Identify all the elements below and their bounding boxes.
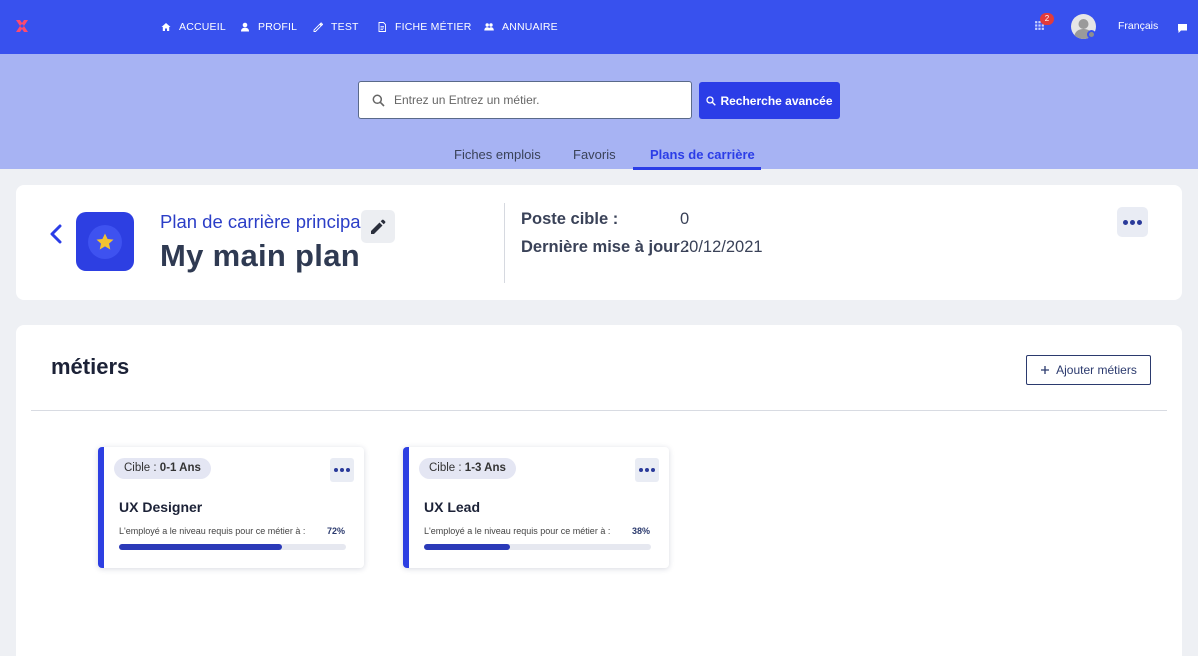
nav-item-profil[interactable]: PROFIL (240, 20, 297, 34)
tab-plans-de-carriere[interactable]: Plans de carrière (650, 147, 755, 162)
target-prefix: Cible : (429, 462, 465, 474)
language-selector[interactable]: Français (1118, 20, 1158, 32)
chevron-left-icon (50, 224, 62, 244)
job-level-percent: 72% (327, 526, 346, 536)
pencil-icon (371, 219, 386, 234)
tab-fiches-emplois[interactable]: Fiches emplois (454, 147, 541, 162)
job-card-ux-lead[interactable]: Cible : 1-3 Ans UX Lead L'employé a le n… (403, 447, 669, 568)
search-icon (706, 95, 717, 106)
edit-icon (313, 22, 323, 32)
nav-item-label: PROFIL (258, 21, 298, 33)
job-progress-fill (424, 544, 511, 550)
more-dot (1123, 219, 1128, 225)
target-range-badge: Cible : 0-1 Ans (114, 458, 211, 479)
job-level-percent: 38% (632, 526, 651, 536)
plan-more-options-button[interactable] (1117, 207, 1148, 237)
online-status-dot (1087, 30, 1096, 39)
plan-name: My main plan (160, 238, 360, 273)
app-logo-icon[interactable] (14, 18, 30, 34)
job-title: UX Lead (424, 499, 481, 515)
target-position-value: 0 (680, 210, 690, 228)
chat-icon[interactable] (1177, 21, 1188, 33)
back-button[interactable] (49, 224, 63, 244)
nav-item-test[interactable]: TEST (313, 20, 359, 34)
job-level-description: L'employé a le niveau requis pour ce mét… (119, 526, 306, 536)
nav-item-label: ANNUAIRE (502, 21, 558, 33)
last-update-value: 20/12/2021 (680, 238, 763, 256)
job-level-description: L'employé a le niveau requis pour ce mét… (424, 526, 611, 536)
search-icon (372, 94, 385, 107)
last-update-label: Dernière mise à jour : (521, 238, 690, 256)
job-title: UX Designer (119, 499, 203, 515)
target-range-badge: Cible : 1-3 Ans (419, 458, 516, 479)
target-prefix: Cible : (124, 462, 160, 474)
users-icon (484, 23, 494, 31)
target-position-label: Poste cible : (521, 210, 619, 228)
job-progress-track (119, 544, 346, 550)
nav-item-label: FICHE MÉTIER (395, 21, 472, 33)
add-metiers-button[interactable]: Ajouter métiers (1026, 355, 1151, 385)
metiers-title: métiers (51, 354, 130, 379)
plus-icon (1041, 366, 1050, 374)
plan-star-badge (76, 212, 134, 271)
nav-item-label: ACCUEIL (179, 21, 226, 33)
document-icon (378, 22, 386, 32)
job-progress-fill (119, 544, 283, 550)
search-input[interactable] (394, 93, 664, 107)
section-divider (31, 410, 1167, 411)
plan-subtitle: Plan de carrière principal (160, 211, 365, 232)
target-range: 1-3 Ans (464, 462, 506, 474)
job-card-ux-designer[interactable]: Cible : 0-1 Ans UX Designer L'employé a … (98, 447, 364, 568)
tab-favoris[interactable]: Favoris (573, 147, 616, 162)
more-dot (1137, 219, 1142, 225)
job-card-accent (98, 447, 104, 568)
job-progress-track (424, 544, 651, 550)
more-dot (1130, 219, 1135, 225)
user-icon (241, 22, 249, 32)
notification-badge: 2 (1040, 13, 1054, 25)
nav-item-label: TEST (331, 21, 359, 33)
nav-item-accueil[interactable]: ACCUEIL (161, 20, 226, 34)
message-icon (1178, 24, 1187, 33)
job-card-accent (403, 447, 409, 568)
job-more-options-button[interactable] (330, 458, 354, 482)
home-icon (161, 23, 171, 31)
edit-plan-button[interactable] (361, 210, 395, 243)
nav-item-annuaire[interactable]: ANNUAIRE (484, 20, 558, 34)
active-tab-indicator (633, 167, 761, 170)
job-more-options-button[interactable] (635, 458, 659, 482)
vertical-divider (504, 203, 505, 283)
search-field[interactable] (358, 81, 692, 119)
add-metiers-label: Ajouter métiers (1056, 363, 1137, 377)
advanced-search-label: Recherche avancée (720, 93, 833, 108)
nav-item-fiche-metier[interactable]: FICHE MÉTIER (377, 20, 472, 34)
star-icon (96, 233, 114, 249)
advanced-search-button[interactable]: Recherche avancée (699, 82, 840, 119)
target-range: 0-1 Ans (159, 462, 201, 474)
